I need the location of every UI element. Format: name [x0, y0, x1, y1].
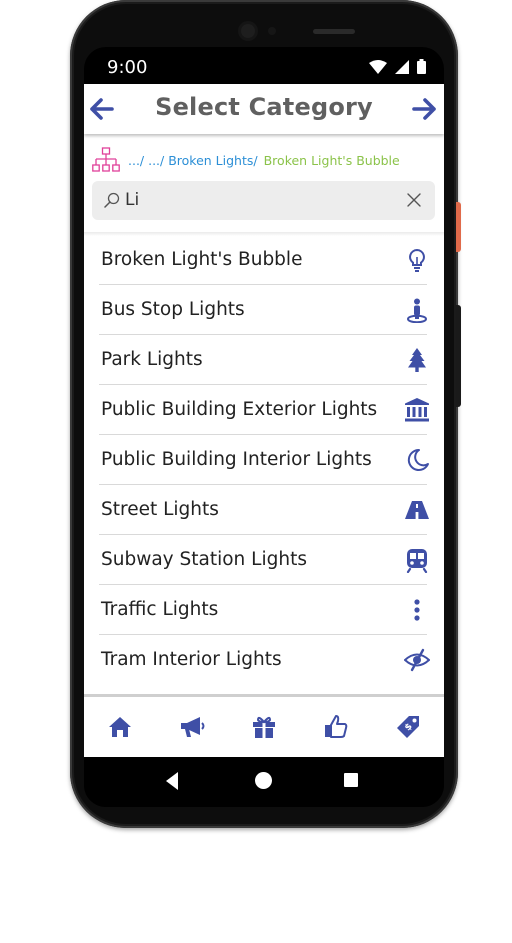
road-icon	[405, 501, 429, 519]
gift-icon[interactable]	[250, 713, 278, 741]
tab-bar: $	[84, 697, 444, 757]
front-camera	[241, 24, 255, 38]
item-label: Park Lights	[101, 349, 203, 370]
item-label: Traffic Lights	[101, 599, 219, 620]
list-item[interactable]: Tram Interior Lights	[99, 635, 430, 684]
list-item[interactable]: Street Lights	[99, 485, 429, 535]
breadcrumb-current: Broken Light's Bubble	[263, 152, 400, 168]
search-input[interactable]	[125, 189, 395, 211]
moon-icon	[407, 448, 429, 471]
sensor	[268, 27, 276, 35]
item-label: Public Building Interior Lights	[101, 449, 372, 470]
lightbulb-icon	[409, 248, 425, 272]
battery-icon	[417, 59, 426, 74]
arrow-right-icon[interactable]	[412, 97, 436, 121]
list-item[interactable]: Bus Stop Lights	[99, 285, 427, 335]
item-label: Bus Stop Lights	[101, 299, 245, 320]
tree-icon	[408, 348, 426, 372]
eye-slash-icon	[404, 648, 430, 672]
person-standing-icon	[407, 298, 427, 323]
item-label: Broken Light's Bubble	[101, 249, 303, 270]
volume-button[interactable]	[456, 305, 461, 407]
breadcrumb-path[interactable]: .../ .../ Broken Lights/	[128, 153, 258, 168]
home-icon[interactable]	[106, 713, 134, 741]
signal-icon	[395, 59, 409, 74]
screen: 9:00 Select Category .../ .../ Broken Li…	[84, 47, 444, 807]
system-navigation-bar	[84, 757, 444, 807]
traffic-light-icon	[414, 599, 420, 621]
list-item[interactable]: Public Building Interior Lights	[99, 435, 429, 485]
item-label: Subway Station Lights	[101, 549, 307, 570]
status-bar: 9:00	[84, 47, 444, 84]
item-label: Public Building Exterior Lights	[101, 399, 378, 420]
list-item[interactable]: Traffic Lights	[99, 585, 427, 635]
recent-apps-button[interactable]	[344, 773, 358, 787]
app-content: Select Category .../ .../ Broken Lights/…	[84, 84, 444, 757]
home-button[interactable]	[255, 772, 272, 789]
close-icon[interactable]	[407, 193, 421, 207]
breadcrumb: .../ .../ Broken Lights/ Broken Light's …	[92, 146, 432, 174]
power-button[interactable]	[456, 202, 461, 252]
list-item[interactable]: Public Building Exterior Lights	[99, 385, 429, 435]
wifi-icon	[369, 59, 387, 74]
back-icon[interactable]	[166, 772, 178, 790]
item-label: Tram Interior Lights	[101, 649, 282, 670]
page-title: Select Category	[155, 93, 373, 121]
search-icon	[104, 192, 120, 208]
megaphone-icon[interactable]	[178, 713, 206, 741]
government-building-icon	[405, 398, 429, 422]
list-item[interactable]: Subway Station Lights	[99, 535, 428, 585]
tag-icon[interactable]: $	[394, 713, 422, 741]
list-item[interactable]: Broken Light's Bubble	[99, 235, 427, 285]
list-item[interactable]: Park Lights	[99, 335, 427, 385]
search-box	[92, 181, 435, 220]
top-bar: Select Category	[84, 84, 444, 134]
subway-icon	[406, 549, 428, 573]
hierarchy-icon	[92, 147, 120, 172]
item-label: Street Lights	[101, 499, 219, 520]
status-time: 9:00	[107, 57, 148, 78]
status-icons	[369, 59, 426, 74]
category-list: Broken Light's Bubble Bus Stop Lights Pa…	[99, 235, 430, 684]
thumbs-up-icon[interactable]	[322, 713, 350, 741]
earpiece-speaker	[313, 29, 355, 34]
